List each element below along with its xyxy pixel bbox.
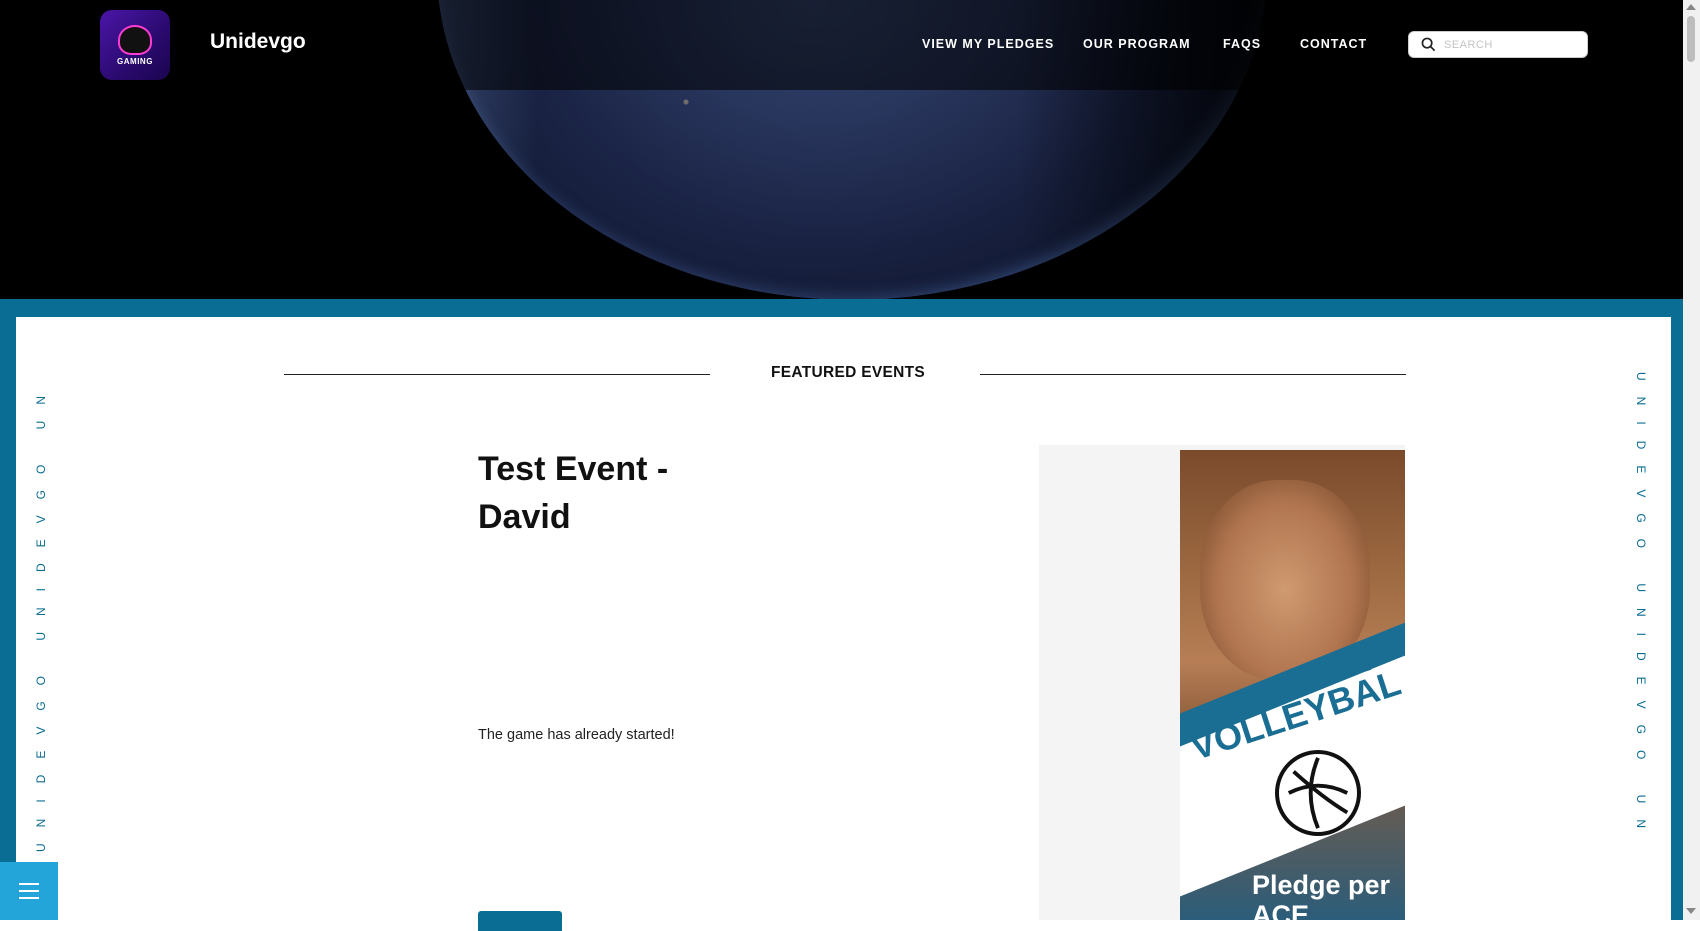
brand-name[interactable]: Unidevgo <box>210 30 306 54</box>
event-status: The game has already started! <box>478 727 675 743</box>
side-text-left: UNIDEVGO UNIDEVGO UN <box>34 380 48 853</box>
event-title[interactable]: Test Event - David <box>478 445 718 541</box>
gaming-mascot-icon <box>118 24 152 55</box>
page-scrollbar[interactable] <box>1683 0 1700 920</box>
volleyball-icon <box>1275 750 1361 836</box>
nav-faqs[interactable]: FAQS <box>1223 37 1261 51</box>
search-input[interactable] <box>1442 37 1576 52</box>
divider-left <box>284 374 710 375</box>
scroll-up-icon[interactable] <box>1686 4 1696 10</box>
divider-right <box>980 374 1406 375</box>
logo-text: GAMING <box>117 56 153 66</box>
site-logo[interactable]: GAMING <box>100 10 170 80</box>
poster-pledge-text: Pledge per ACE <box>1252 870 1390 920</box>
content-panel <box>16 317 1671 920</box>
hamburger-icon-line <box>19 897 39 899</box>
hamburger-icon <box>19 883 39 885</box>
section-title: FEATURED EVENTS <box>771 364 926 381</box>
hamburger-icon-line <box>19 890 39 892</box>
scroll-thumb[interactable] <box>1687 16 1695 62</box>
event-action-button[interactable] <box>478 911 562 931</box>
nav-contact[interactable]: CONTACT <box>1300 37 1367 51</box>
scroll-down-icon[interactable] <box>1686 908 1696 914</box>
nav-view-my-pledges[interactable]: VIEW MY PLEDGES <box>922 37 1054 51</box>
menu-toggle-button[interactable] <box>0 862 58 920</box>
search-icon <box>1421 37 1436 52</box>
event-poster-image[interactable]: WOMEN VOLLEYBAL Pledge per ACE <box>1180 450 1405 920</box>
poster-line4: ACE <box>1252 900 1310 920</box>
search-box[interactable] <box>1408 31 1588 58</box>
nav-our-program[interactable]: OUR PROGRAM <box>1083 37 1191 51</box>
side-text-right: UNIDEVGO UNIDEVGO UN <box>1634 372 1648 845</box>
poster-line3: Pledge per <box>1252 870 1391 900</box>
